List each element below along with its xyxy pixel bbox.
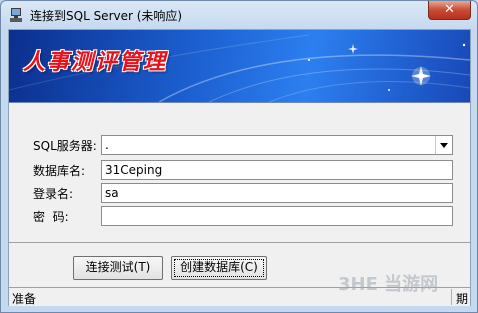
- database-label: 数据库名:: [33, 164, 86, 178]
- title-bar[interactable]: 连接到SQL Server (未响应) ✕: [1, 1, 477, 29]
- password-input[interactable]: [101, 206, 453, 226]
- login-label: 登录名:: [33, 187, 74, 201]
- form-row-server: SQL服务器: .: [9, 135, 470, 155]
- form-row-login: 登录名: sa: [9, 183, 470, 203]
- close-icon: ✕: [444, 2, 455, 17]
- test-connection-button[interactable]: 连接测试(T): [73, 256, 163, 280]
- status-panel-right: 期: [455, 292, 468, 306]
- status-text: 准备: [12, 292, 37, 306]
- database-input[interactable]: 31Ceping: [101, 160, 453, 180]
- server-label: SQL服务器:: [33, 139, 97, 153]
- banner: 人事测评管理: [9, 30, 470, 103]
- watermark: 3HE 当游网: [338, 274, 439, 295]
- password-label: 密 码:: [33, 210, 69, 224]
- chevron-down-icon[interactable]: [435, 136, 452, 154]
- app-window: 连接到SQL Server (未响应) ✕ 人事测评管理 SQL服务器: . 数…: [0, 0, 478, 313]
- form-row-password: 密 码:: [9, 206, 470, 226]
- banner-title: 人事测评管理: [23, 49, 168, 75]
- close-button[interactable]: ✕: [428, 1, 471, 20]
- dialog-client: 人事测评管理 SQL服务器: . 数据库名: 31Ceping 登录名: sa …: [8, 29, 471, 306]
- server-value: .: [105, 138, 109, 152]
- form-row-database: 数据库名: 31Ceping: [9, 160, 470, 180]
- window-title: 连接到SQL Server (未响应): [30, 9, 183, 23]
- status-separator: [451, 289, 452, 305]
- computer-icon: [10, 8, 22, 22]
- create-database-button[interactable]: 创建数据库(C): [171, 256, 267, 280]
- server-combobox[interactable]: .: [101, 135, 453, 155]
- login-input[interactable]: sa: [101, 183, 453, 203]
